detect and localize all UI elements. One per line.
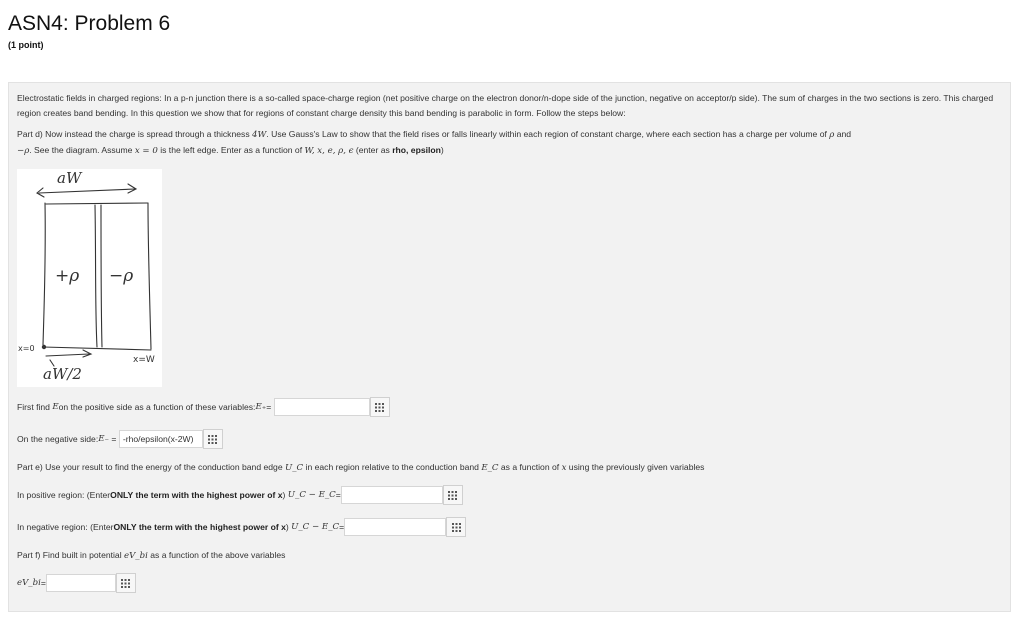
equation-editor-button[interactable] <box>115 573 136 593</box>
part-f-text: Part f) Find built in potential eV_bi as… <box>17 548 1000 564</box>
q1-text2: on the positive side as a function of th… <box>58 402 256 412</box>
part-d-e: is the left edge. Enter as a function of <box>157 145 305 155</box>
q4-b: ONLY the term with the highest power of … <box>113 522 286 532</box>
part-d-h: ) <box>440 145 444 155</box>
equation-editor-button[interactable] <box>202 429 223 449</box>
e-plus-input[interactable] <box>273 398 370 416</box>
q3-b: ONLY the term with the highest power of … <box>110 490 283 500</box>
points-label: (1 point) <box>8 40 44 50</box>
diagram-top-label: aW <box>57 169 83 187</box>
part-e-text: Part e) Use your result to find the ener… <box>17 460 1000 476</box>
bottom-arrow-head <box>82 349 93 358</box>
part-d-neg-rho: −ρ <box>17 146 30 156</box>
part-e-c: as a function of <box>498 462 562 472</box>
question-e-minus: On the negative side: E₋ = -rho/epsilon(… <box>17 429 223 449</box>
grid-icon <box>448 490 458 500</box>
grid-icon <box>375 402 385 412</box>
question-positive-region: In positive region: (Enter ONLY the term… <box>17 485 463 505</box>
intro-text: Electrostatic fields in charged regions:… <box>17 93 994 118</box>
q1-lhs: E₊ <box>255 402 267 412</box>
part-e-a: Part e) Use your result to find the ener… <box>17 462 286 472</box>
q2-lhs: E₋ <box>98 434 110 444</box>
q3-c: ) <box>282 490 286 500</box>
diagram-sketch: aW +ρ −ρ x=0 x=W aW/2 <box>18 169 155 383</box>
part-d-a: Part d) Now instead the charge is spread… <box>17 129 253 139</box>
grid-icon <box>451 522 461 532</box>
question-built-in-potential: eV_bi = <box>17 573 136 593</box>
top-wall <box>45 202 149 205</box>
negative-region-input[interactable] <box>344 518 447 536</box>
q4-a: In negative region: (Enter <box>17 522 114 532</box>
right-wall <box>147 202 152 350</box>
equation-editor-button[interactable] <box>442 485 463 505</box>
q2-eq: = <box>111 434 117 444</box>
q1-text: First find <box>17 402 50 412</box>
part-d-text: Part d) Now instead the charge is spread… <box>17 127 1000 159</box>
middle-divider <box>94 204 98 348</box>
part-d-d: . See the diagram. Assume <box>29 145 135 155</box>
part-e-uc: U_C <box>285 463 304 473</box>
part-d-hint: rho, epsilon <box>392 145 441 155</box>
q4-c: ) <box>285 522 289 532</box>
diagram-bottom-label: aW/2 <box>43 365 82 383</box>
grid-icon <box>121 578 131 588</box>
part-d-thickness: 4W <box>252 130 267 140</box>
part-d-vars: W, x, e, ρ, ϵ <box>304 146 354 156</box>
diagram-xw-label: x=W <box>133 355 155 365</box>
part-f-b: as a function of the above variables <box>147 550 286 560</box>
part-d-f: (enter as <box>353 145 393 155</box>
middle-divider-2 <box>100 204 103 348</box>
top-arrow-line <box>38 188 136 194</box>
question-negative-region: In negative region: (Enter ONLY the term… <box>17 517 467 537</box>
q3-a: In positive region: (Enter <box>17 490 111 500</box>
page-title: ASN4: Problem 6 <box>8 12 171 35</box>
positive-region-input[interactable] <box>340 486 443 504</box>
diagram-x0-label: x=0 <box>18 344 35 353</box>
part-d-c: and <box>834 129 852 139</box>
q2-text: On the negative side: <box>17 434 99 444</box>
problem-panel: Electrostatic fields in charged regions:… <box>8 82 1011 612</box>
q1-eq: = <box>266 402 272 412</box>
part-f-a: Part f) Find built in potential <box>17 550 124 560</box>
built-in-potential-input[interactable] <box>45 574 116 592</box>
top-arrow-right-head <box>127 183 138 194</box>
q3-lhs: U_C − E_C <box>287 490 336 500</box>
diagram-left-label: +ρ <box>55 266 79 286</box>
charge-diagram: aW +ρ −ρ x=0 x=W aW/2 <box>17 169 162 387</box>
part-d-b: . Use Gauss's Law to show that the field… <box>266 129 830 139</box>
equation-editor-button[interactable] <box>446 517 467 537</box>
diagram-right-label: −ρ <box>109 266 133 286</box>
part-e-d: using the previously given variables <box>566 462 705 472</box>
q4-lhs: U_C − E_C <box>291 522 340 532</box>
e-minus-input[interactable]: -rho/epsilon(x-2W) <box>118 430 203 448</box>
part-d-x0: x = 0 <box>134 146 158 156</box>
part-e-b: in each region relative to the conductio… <box>303 462 482 472</box>
grid-icon <box>208 434 218 444</box>
q5-lhs: eV_bi <box>17 578 41 588</box>
bottom-arrow-line <box>45 353 90 357</box>
equation-editor-button[interactable] <box>369 397 390 417</box>
question-e-plus: First find E on the positive side as a f… <box>17 397 390 417</box>
left-wall <box>42 202 46 346</box>
origin-dot <box>41 344 47 350</box>
part-f-evbi: eV_bi <box>124 551 148 561</box>
part-e-ec: E_C <box>481 463 499 473</box>
